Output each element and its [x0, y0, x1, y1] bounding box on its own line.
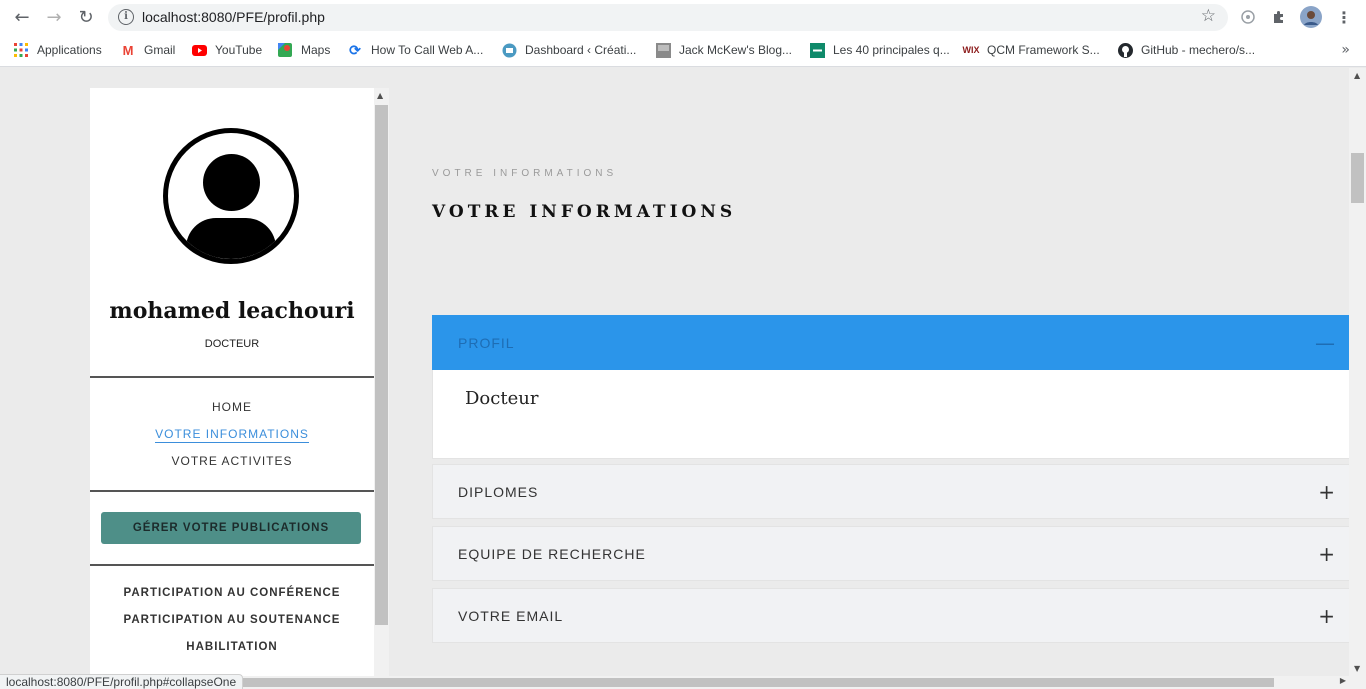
bookmark-qcm[interactable]: WIX QCM Framework S...	[963, 41, 1100, 59]
accordion-header-profil[interactable]: PROFIL —	[432, 315, 1350, 370]
bookmark-les-40[interactable]: Les 40 principales q...	[809, 41, 950, 59]
bookmark-label: QCM Framework S...	[987, 43, 1100, 57]
bookmark-jack-mckew[interactable]: Jack McKew's Blog...	[655, 41, 792, 59]
bookmark-label: Jack McKew's Blog...	[679, 43, 792, 57]
bookmark-applications[interactable]: Applications	[13, 41, 102, 59]
browser-toolbar: ← → ↻ i localhost:8080/PFE/profil.php ☆ …	[0, 0, 1366, 34]
scroll-right-arrow-icon[interactable]: ▶	[1340, 676, 1346, 685]
accordion-header-equipe[interactable]: EQUIPE DE RECHERCHE +	[432, 526, 1350, 581]
link-participation-conference[interactable]: PARTICIPATION AU CONFÉRENCE	[90, 587, 374, 599]
bookmark-label: How To Call Web A...	[371, 43, 484, 57]
sidebar-divider	[90, 490, 374, 492]
nav-home[interactable]: HOME	[90, 400, 374, 414]
profile-sidebar: mohamed leachouri DOCTEUR HOME VOTRE INF…	[90, 88, 374, 689]
bookmark-dashboard[interactable]: Dashboard ‹ Créati...	[501, 41, 636, 59]
qcm-icon: WIX	[962, 45, 980, 55]
sidebar-divider	[90, 564, 374, 566]
nav-votre-activites[interactable]: VOTRE ACTIVITES	[90, 454, 374, 468]
accordion-body-profil: Docteur	[432, 370, 1350, 459]
more-bookmarks-icon[interactable]: »	[1341, 42, 1350, 58]
maps-icon	[277, 42, 293, 58]
address-bar[interactable]: i localhost:8080/PFE/profil.php ☆	[108, 4, 1228, 31]
accordion-label: DIPLOMES	[458, 483, 539, 500]
accordion-profil: PROFIL — Docteur	[432, 315, 1350, 459]
bookmark-star-icon[interactable]: ☆	[1201, 6, 1216, 26]
accordion-votre-email: VOTRE EMAIL +	[432, 588, 1350, 643]
youtube-icon	[191, 42, 207, 58]
main-content: VOTRE INFORMATIONS VOTRE INFORMATIONS PR…	[432, 68, 1350, 689]
dashboard-icon	[501, 42, 517, 58]
page-scrollbar[interactable]: ▲ ▼	[1349, 68, 1366, 676]
site-info-icon[interactable]: i	[118, 9, 134, 25]
user-name: mohamed leachouri	[109, 298, 355, 324]
scroll-down-arrow-icon[interactable]: ▼	[1354, 664, 1360, 673]
accordion-label: PROFIL	[458, 334, 515, 351]
sidebar-divider	[90, 376, 374, 378]
accordion-header-diplomes[interactable]: DIPLOMES +	[432, 464, 1350, 519]
scroll-up-arrow-icon[interactable]: ▲	[1354, 71, 1360, 80]
nav-home-label: HOME	[212, 400, 252, 414]
nav-votre-informations-label: VOTRE INFORMATIONS	[155, 427, 309, 443]
bookmark-label: Gmail	[144, 43, 176, 57]
nav-votre-activites-label: VOTRE ACTIVITES	[171, 454, 293, 468]
bookmark-github[interactable]: GitHub - mechero/s...	[1117, 41, 1255, 59]
status-bar-url: localhost:8080/PFE/profil.php#collapseOn…	[0, 674, 244, 689]
scroll-up-arrow-icon[interactable]: ▲	[377, 91, 383, 100]
back-arrow-icon[interactable]: ←	[11, 6, 33, 28]
accordion-label: EQUIPE DE RECHERCHE	[458, 545, 646, 562]
link-habilitation[interactable]: HABILITATION	[90, 641, 374, 653]
user-role: DOCTEUR	[204, 338, 260, 350]
bookmark-maps[interactable]: Maps	[277, 41, 330, 59]
accordion-diplomes: DIPLOMES +	[432, 464, 1350, 519]
bookmark-youtube[interactable]: YouTube	[191, 41, 262, 59]
bookmark-label: GitHub - mechero/s...	[1141, 43, 1256, 57]
reload-icon[interactable]: ↻	[75, 6, 97, 28]
page-title: VOTRE INFORMATIONS	[432, 202, 737, 222]
nav-votre-informations[interactable]: VOTRE INFORMATIONS	[90, 427, 374, 443]
bookmark-label: Applications	[37, 43, 102, 57]
blog-icon	[655, 42, 671, 58]
profil-content: Docteur	[465, 388, 539, 409]
menu-kebab-icon[interactable]: ⋮	[1333, 6, 1355, 28]
refresh-link-icon: ⟳	[349, 41, 361, 58]
bookmark-label: YouTube	[215, 43, 263, 57]
user-avatar-icon	[163, 128, 299, 264]
expand-plus-icon[interactable]: +	[1318, 480, 1335, 504]
gmail-icon: M	[122, 42, 134, 58]
bookmarks-bar: Applications M Gmail YouTube Maps ⟳ How …	[0, 34, 1366, 67]
forward-arrow-icon[interactable]: →	[43, 6, 65, 28]
expand-plus-icon[interactable]: +	[1318, 542, 1335, 566]
list-icon	[809, 42, 825, 58]
github-icon	[1117, 42, 1133, 58]
accordion-equipe-de-recherche: EQUIPE DE RECHERCHE +	[432, 526, 1350, 581]
puzzle-icon[interactable]	[1268, 6, 1290, 28]
link-participation-soutenance[interactable]: PARTICIPATION AU SOUTENANCE	[90, 614, 374, 626]
apps-grid-icon	[13, 42, 29, 58]
extension-icon[interactable]	[1237, 6, 1259, 28]
sidebar-scrollbar[interactable]: ▲	[374, 88, 389, 689]
section-subtitle: VOTRE INFORMATIONS	[432, 168, 618, 179]
bookmark-gmail[interactable]: M Gmail	[120, 41, 176, 59]
page-scrollbar-thumb[interactable]	[1351, 153, 1364, 203]
accordion-header-email[interactable]: VOTRE EMAIL +	[432, 588, 1350, 643]
bookmark-label: Les 40 principales q...	[833, 43, 950, 57]
bookmark-how-to-call[interactable]: ⟳ How To Call Web A...	[347, 41, 483, 59]
accordion-label: VOTRE EMAIL	[458, 607, 564, 624]
expand-plus-icon[interactable]: +	[1318, 604, 1335, 628]
sidebar-scrollbar-thumb[interactable]	[375, 105, 388, 625]
manage-publications-button[interactable]: GÉRER VOTRE PUBLICATIONS	[101, 512, 361, 544]
bookmark-label: Maps	[301, 43, 331, 57]
bookmark-label: Dashboard ‹ Créati...	[525, 43, 637, 57]
page-content: mohamed leachouri DOCTEUR HOME VOTRE INF…	[0, 68, 1366, 689]
collapse-minus-icon[interactable]: —	[1315, 331, 1335, 355]
profile-avatar-icon[interactable]	[1300, 6, 1322, 28]
address-url[interactable]: localhost:8080/PFE/profil.php	[142, 9, 325, 25]
